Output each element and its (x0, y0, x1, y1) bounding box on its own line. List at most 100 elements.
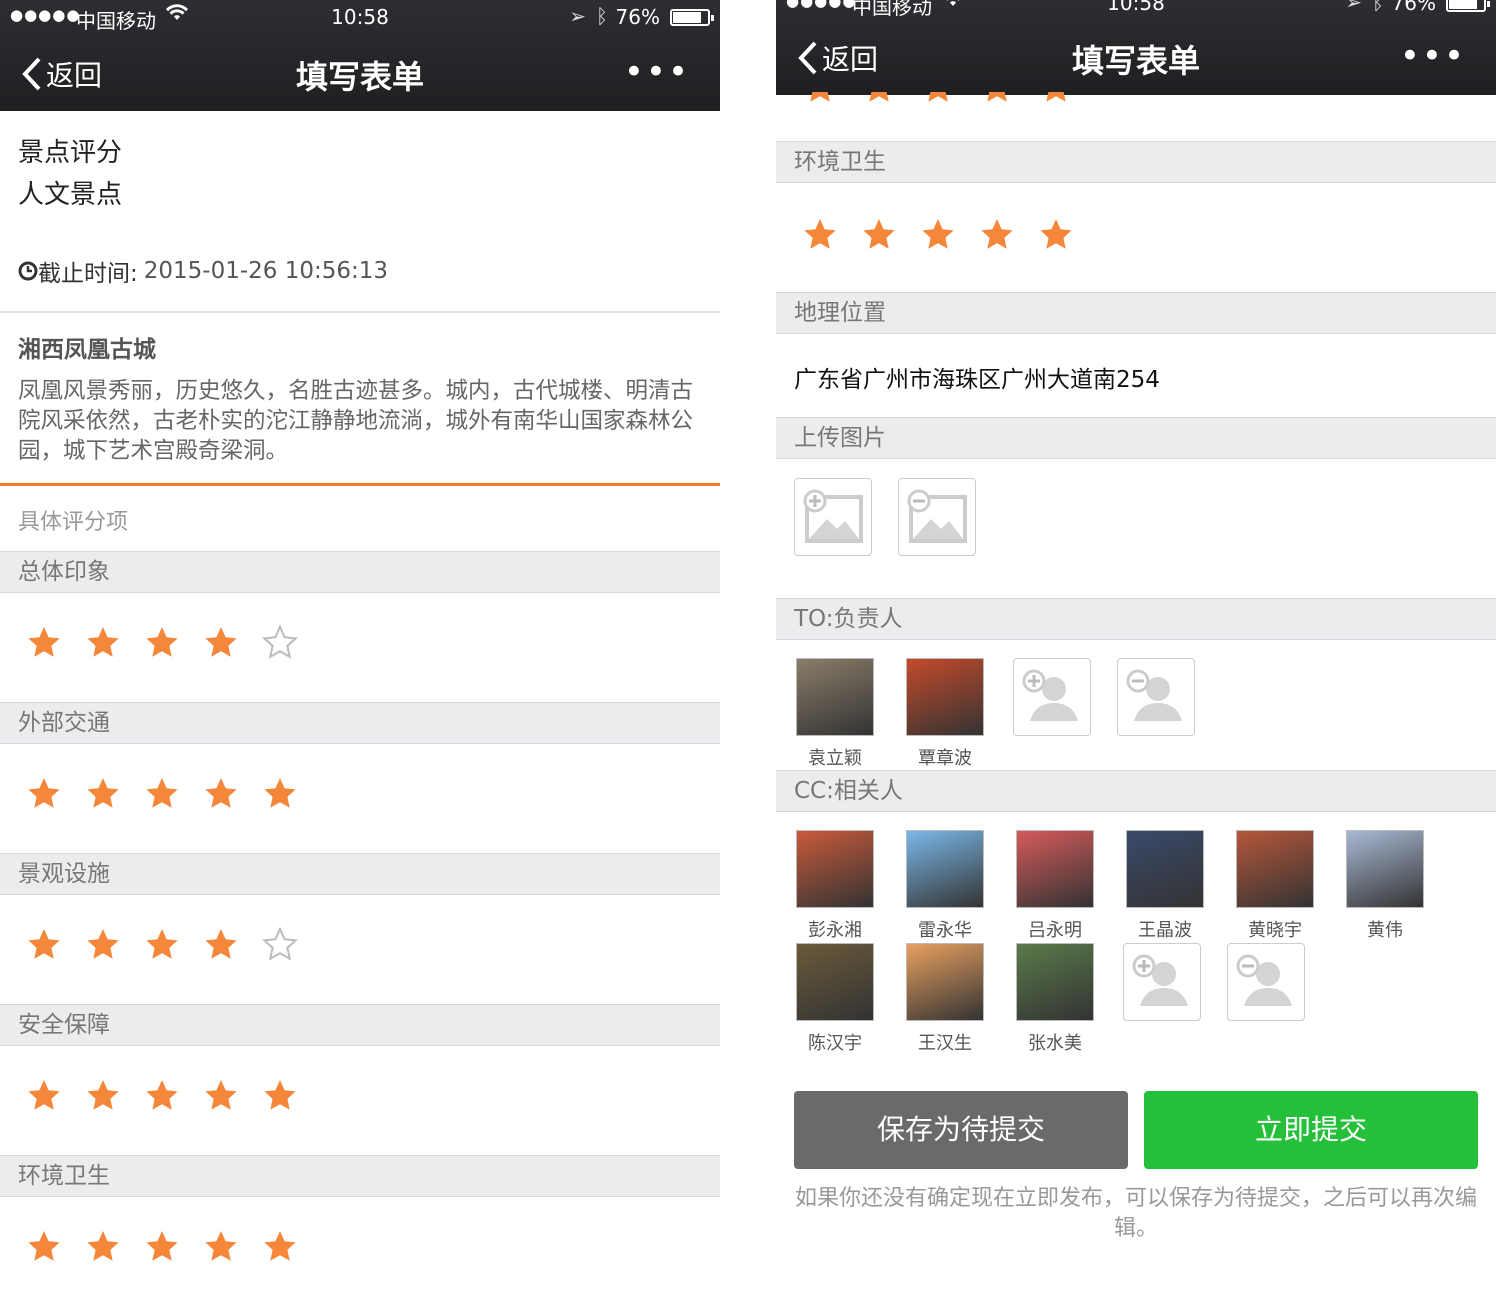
star-filled-icon[interactable] (1038, 217, 1074, 253)
person-item[interactable]: 张水美 (1015, 943, 1095, 1055)
form-heading: 景点评分 (18, 138, 123, 168)
star-filled-icon[interactable] (144, 625, 180, 661)
save-draft-button[interactable]: 保存为待提交 (794, 1091, 1128, 1169)
person-item[interactable]: 吕永明 (1015, 830, 1095, 942)
avatar (1126, 830, 1204, 908)
remove-image-button[interactable] (898, 478, 976, 556)
star-filled-icon[interactable] (26, 927, 62, 963)
person-name: 彭永湘 (808, 920, 862, 941)
star-filled-icon[interactable] (26, 625, 62, 661)
avatar (1016, 943, 1094, 1021)
person-name: 王晶波 (1138, 920, 1192, 941)
rating-section-head: 景观设施 (0, 853, 720, 895)
person-item[interactable]: 覃章波 (905, 658, 985, 770)
star-filled-icon[interactable] (262, 776, 298, 812)
top-bar: ●●●●● 中国移动 10:58 ➢ ᛒ 76% 返回 填写表单 ••• (0, 0, 720, 111)
star-filled-icon[interactable] (26, 776, 62, 812)
person-name: 黄伟 (1367, 920, 1403, 941)
star-filled-icon[interactable] (203, 927, 239, 963)
star-empty-icon[interactable] (262, 625, 298, 661)
section-hygiene: 环境卫生 (776, 141, 1496, 183)
star-filled-icon[interactable] (144, 1229, 180, 1265)
rating-stars[interactable] (26, 927, 298, 963)
rating-stars[interactable] (26, 625, 298, 661)
star-filled-icon[interactable] (85, 1078, 121, 1114)
battery-percent: 76% (615, 5, 660, 29)
star-filled-icon[interactable] (85, 927, 121, 963)
battery-icon (1446, 0, 1490, 12)
person-item[interactable]: 雷永华 (905, 830, 985, 942)
star-filled-icon[interactable] (85, 1229, 121, 1265)
right-screen: ●●●●● 中国移动 10:58 ➢ ᛒ 76% 返回 填写表单 ••• 环境卫… (776, 0, 1496, 1292)
rating-stars[interactable] (26, 776, 298, 812)
avatar (1346, 830, 1424, 908)
avatar (906, 658, 984, 736)
star-filled-icon[interactable] (979, 217, 1015, 253)
person-item[interactable]: 袁立颖 (795, 658, 875, 770)
star-filled-icon[interactable] (144, 1078, 180, 1114)
location-arrow-icon: ➢ (1345, 0, 1362, 14)
star-filled-icon[interactable] (802, 217, 838, 253)
remove-person-button[interactable] (1117, 658, 1195, 736)
orange-divider (0, 483, 720, 486)
person-item[interactable]: 王晶波 (1125, 830, 1205, 942)
location-value[interactable]: 广东省广州市海珠区广州大道南254 (794, 360, 1160, 394)
add-image-button[interactable] (794, 478, 872, 556)
remove-image-icon (907, 489, 967, 543)
rating-stars-hygiene[interactable] (802, 217, 1074, 253)
divider (0, 311, 720, 313)
section-cc: CC:相关人 (776, 770, 1496, 812)
star-filled-icon[interactable] (262, 1078, 298, 1114)
avatar (906, 943, 984, 1021)
avatar (906, 830, 984, 908)
add-person-button[interactable] (1013, 658, 1091, 736)
person-item[interactable]: 黄晓宇 (1235, 830, 1315, 942)
person-name: 袁立颖 (808, 748, 862, 769)
submit-button[interactable]: 立即提交 (1144, 1091, 1478, 1169)
left-screen: ●●●●● 中国移动 10:58 ➢ ᛒ 76% 返回 填写表单 ••• 景点评… (0, 0, 720, 1292)
avatar (1016, 830, 1094, 908)
deadline-value: 2015-01-26 10:56:13 (143, 258, 389, 284)
star-filled-icon[interactable] (203, 1078, 239, 1114)
star-filled-icon[interactable] (861, 217, 897, 253)
rating-section-head: 外部交通 (0, 702, 720, 744)
section-to: TO:负责人 (776, 598, 1496, 640)
person-item[interactable]: 彭永湘 (795, 830, 875, 942)
rating-stars[interactable] (26, 1078, 298, 1114)
place-description: 凤凰风景秀丽，历史悠久，名胜古迹甚多。城内，古代城楼、明清古院风采依然，古老朴实… (18, 378, 694, 464)
add-person-button[interactable] (1123, 943, 1201, 1021)
rating-section-head: 总体印象 (0, 551, 720, 593)
avatar (1236, 830, 1314, 908)
person-item[interactable]: 黄伟 (1345, 830, 1425, 942)
person-item[interactable]: 陈汉宇 (795, 943, 875, 1055)
add-person-icon (1132, 954, 1188, 1006)
remove-person-button[interactable] (1227, 943, 1305, 1021)
star-filled-icon[interactable] (144, 776, 180, 812)
top-bar: ●●●●● 中国移动 10:58 ➢ ᛒ 76% 返回 填写表单 ••• (776, 0, 1496, 95)
star-filled-icon[interactable] (85, 776, 121, 812)
person-name: 雷永华 (918, 920, 972, 941)
star-filled-icon[interactable] (203, 625, 239, 661)
clock-time: 10:58 (1107, 0, 1165, 15)
remove-person-icon (1126, 669, 1182, 721)
more-icon[interactable]: ••• (1400, 36, 1466, 76)
star-filled-icon[interactable] (203, 776, 239, 812)
bluetooth-icon: ᛒ (1372, 0, 1384, 14)
star-filled-icon[interactable] (920, 217, 956, 253)
avatar (796, 943, 874, 1021)
place-title: 湘西凤凰古城 (18, 337, 156, 363)
rating-stars[interactable] (26, 1229, 298, 1265)
star-filled-icon[interactable] (85, 625, 121, 661)
location-arrow-icon: ➢ (569, 4, 586, 28)
star-filled-icon[interactable] (26, 1078, 62, 1114)
form-subheading: 人文景点 (18, 180, 123, 210)
star-filled-icon[interactable] (203, 1229, 239, 1265)
star-filled-icon[interactable] (144, 927, 180, 963)
person-item[interactable]: 王汉生 (905, 943, 985, 1055)
star-filled-icon[interactable] (26, 1229, 62, 1265)
more-icon[interactable]: ••• (624, 52, 690, 92)
star-filled-icon[interactable] (262, 1229, 298, 1265)
hint-text: 如果你还没有确定现在立即发布，可以保存为待提交，之后可以再次编辑。 (794, 1186, 1477, 1241)
clock-icon (18, 261, 38, 281)
star-empty-icon[interactable] (262, 927, 298, 963)
